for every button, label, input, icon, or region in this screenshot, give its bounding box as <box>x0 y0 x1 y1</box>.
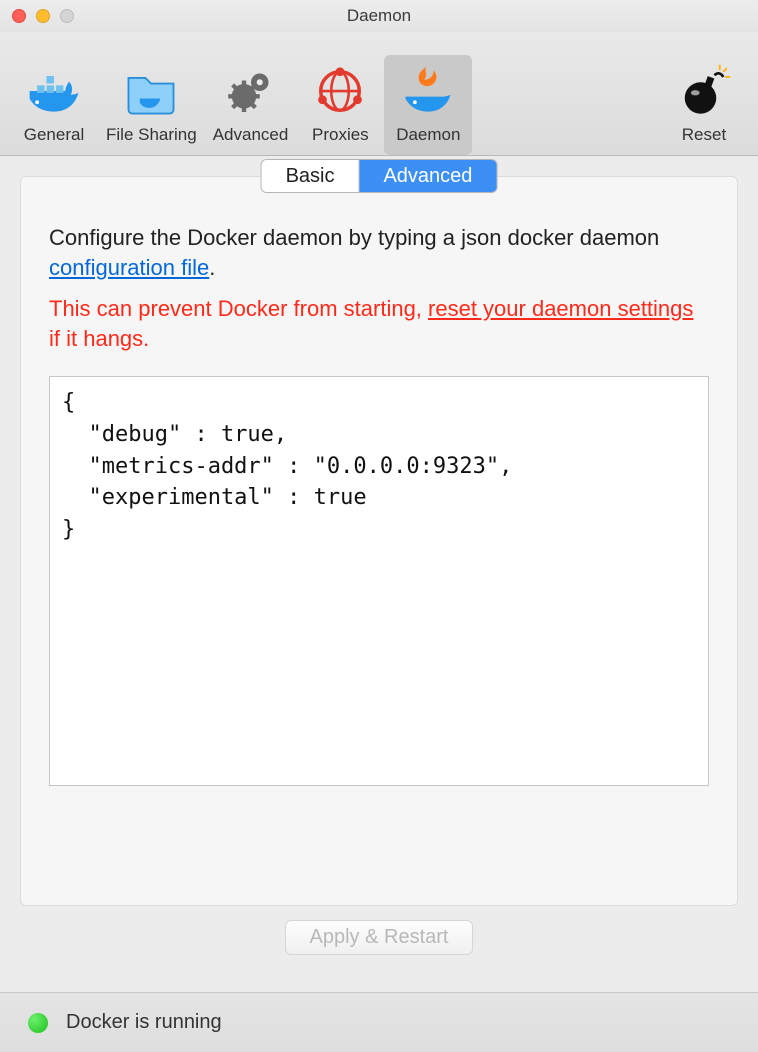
segment-basic[interactable]: Basic <box>262 160 360 192</box>
tab-label: General <box>24 125 84 145</box>
tab-label: Reset <box>682 125 726 145</box>
configuration-file-link[interactable]: configuration file <box>49 255 209 280</box>
gears-icon <box>219 59 283 123</box>
window-controls <box>0 9 74 23</box>
description-text: Configure the Docker daemon by typing a … <box>49 223 709 282</box>
segment-advanced[interactable]: Advanced <box>359 160 496 192</box>
tab-file-sharing[interactable]: File Sharing <box>98 55 205 155</box>
daemon-json-editor[interactable] <box>49 376 709 786</box>
status-indicator-icon <box>28 1013 48 1033</box>
whale-icon <box>22 59 86 123</box>
reset-daemon-link[interactable]: reset your daemon settings <box>428 296 693 321</box>
warning-suffix: if it hangs. <box>49 326 149 351</box>
window-title: Daemon <box>0 6 758 26</box>
tab-proxies[interactable]: Proxies <box>296 55 384 155</box>
daemon-panel: Basic Advanced Configure the Docker daem… <box>20 176 738 906</box>
titlebar: Daemon <box>0 0 758 32</box>
warning-text: This can prevent Docker from starting, r… <box>49 294 709 353</box>
description-prefix: Configure the Docker daemon by typing a … <box>49 225 659 250</box>
warning-prefix: This can prevent Docker from starting, <box>49 296 428 321</box>
status-bar: Docker is running <box>0 992 758 1052</box>
tab-reset[interactable]: Reset <box>660 55 748 155</box>
tab-label: Advanced <box>213 125 289 145</box>
network-icon <box>308 59 372 123</box>
tab-general[interactable]: General <box>10 55 98 155</box>
tab-advanced[interactable]: Advanced <box>205 55 297 155</box>
bomb-icon <box>672 59 736 123</box>
tab-label: Daemon <box>396 125 460 145</box>
close-icon[interactable] <box>12 9 26 23</box>
description-suffix: . <box>209 255 215 280</box>
zoom-icon[interactable] <box>60 9 74 23</box>
whale-flame-icon <box>396 59 460 123</box>
minimize-icon[interactable] <box>36 9 50 23</box>
tab-label: Proxies <box>312 125 369 145</box>
apply-restart-button[interactable]: Apply & Restart <box>285 920 474 955</box>
tab-label: File Sharing <box>106 125 197 145</box>
status-text: Docker is running <box>66 1011 222 1034</box>
tab-daemon[interactable]: Daemon <box>384 55 472 155</box>
folder-whale-icon <box>119 59 183 123</box>
segmented-control: Basic Advanced <box>261 159 498 193</box>
preferences-toolbar: General File Sharing <box>0 32 758 156</box>
